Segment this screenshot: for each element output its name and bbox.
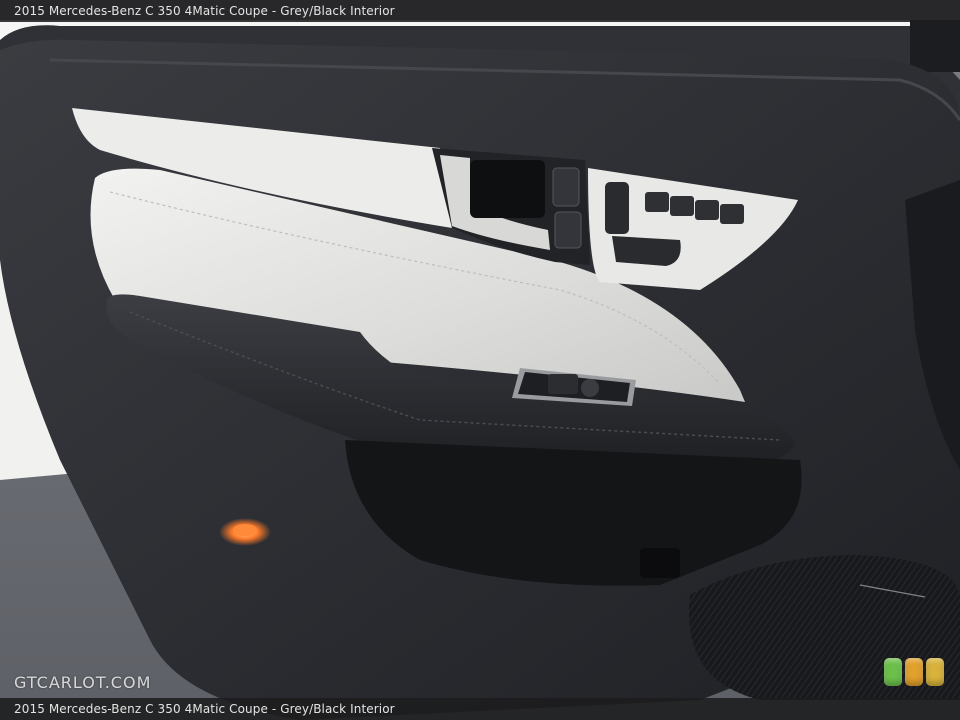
- rating-dot-yellow: [926, 658, 944, 686]
- seat-back-switch: [605, 182, 629, 234]
- lock-button: [552, 167, 580, 207]
- rating-dot-orange: [905, 658, 923, 686]
- photo-caption-bottom: 2015 Mercedes-Benz C 350 4Matic Coupe - …: [0, 698, 960, 720]
- photo-caption-top: 2015 Mercedes-Benz C 350 4Matic Coupe - …: [0, 0, 960, 22]
- unlock-button: [554, 211, 582, 249]
- site-watermark: GTCARLOT.COM: [14, 673, 152, 692]
- rating-dots: [884, 658, 946, 688]
- door-interior-photo: [0, 0, 960, 720]
- rating-dot-green: [884, 658, 902, 686]
- seat-base-switch: [612, 236, 681, 266]
